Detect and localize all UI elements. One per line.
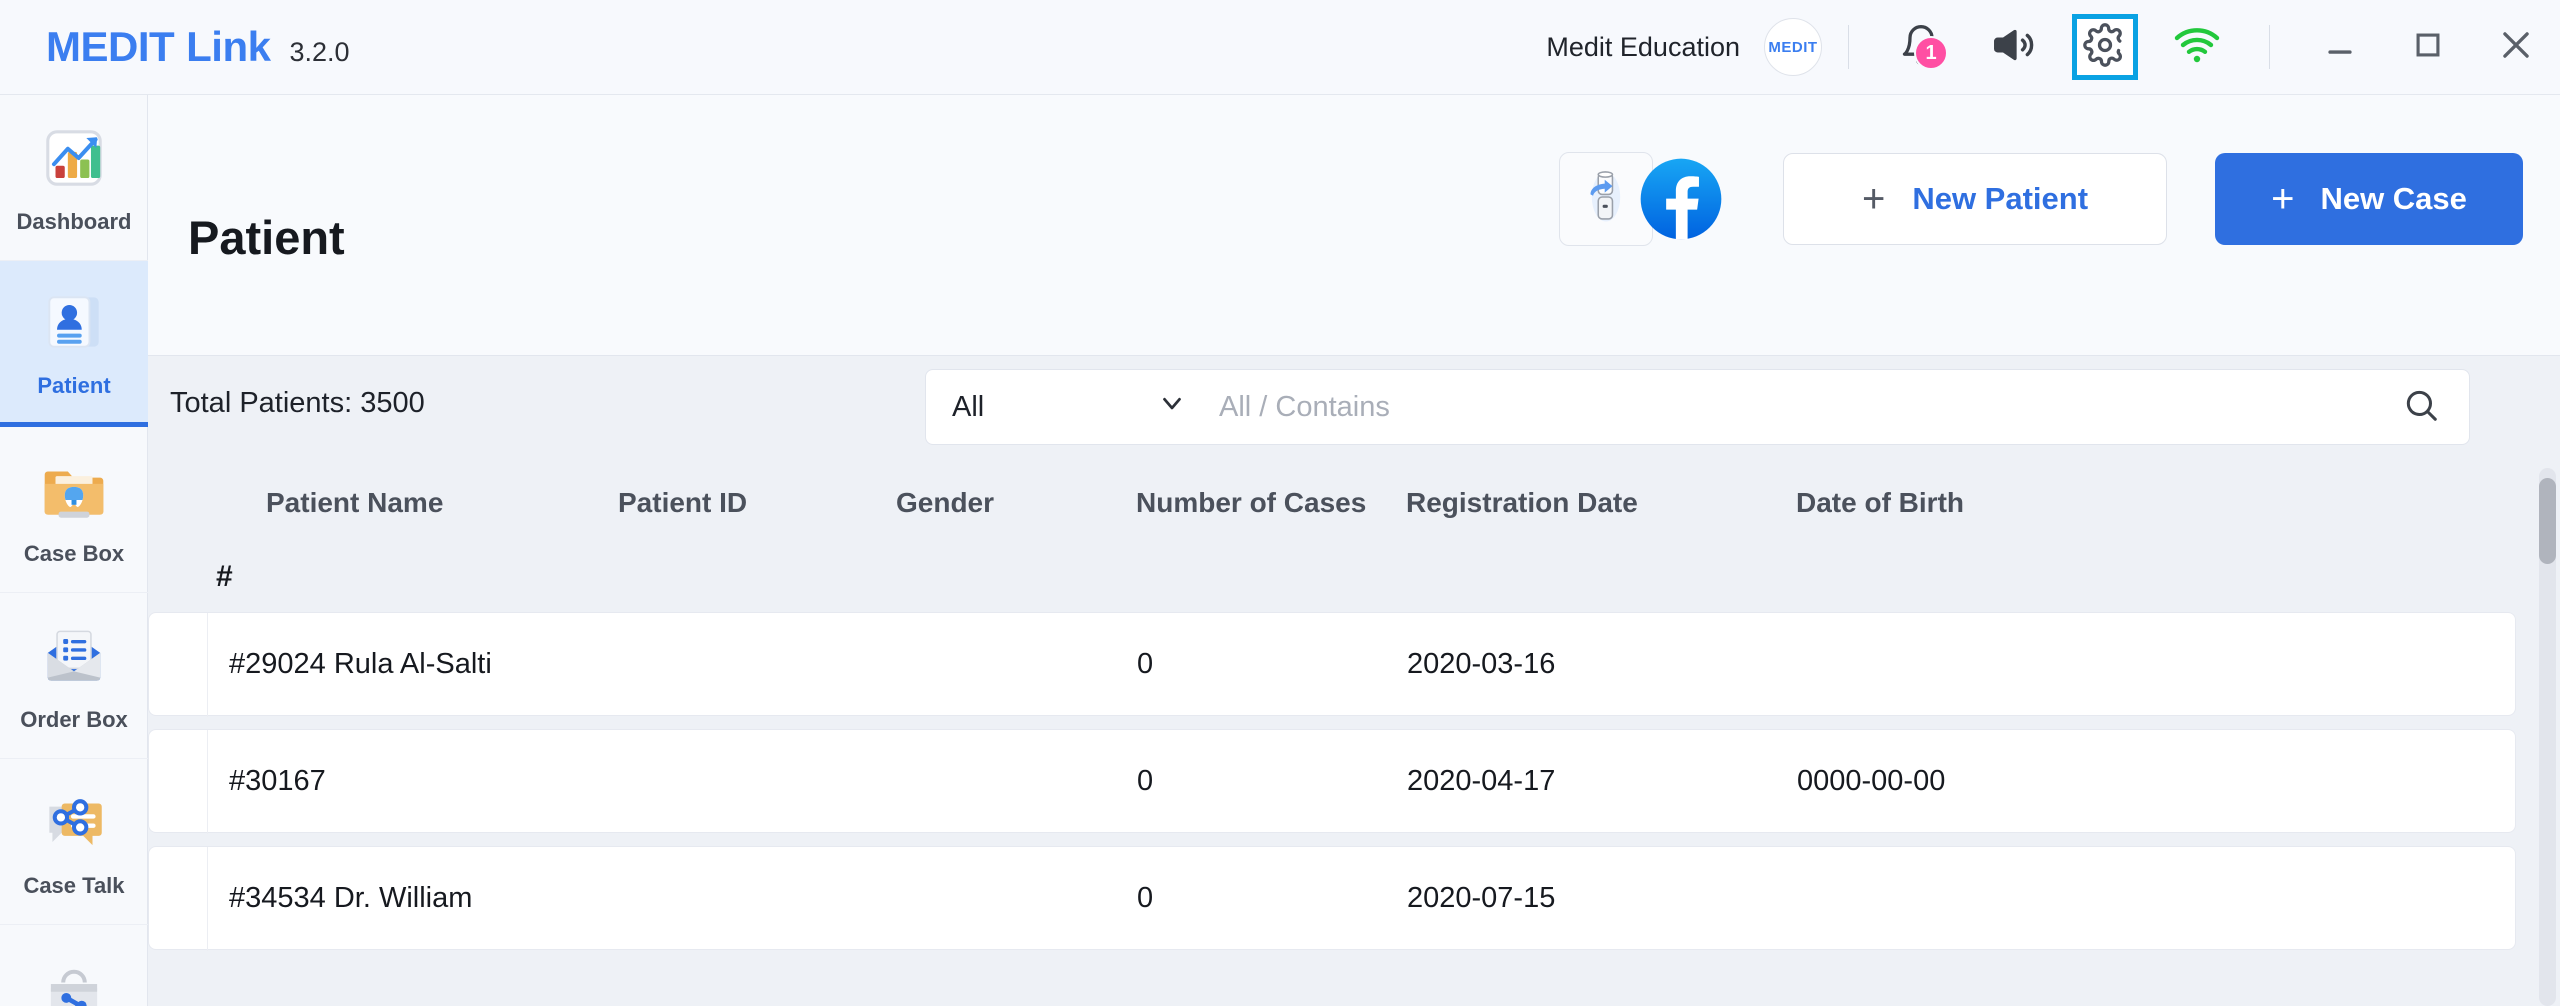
scrollbar-thumb[interactable] <box>2539 478 2556 564</box>
close-icon <box>2497 26 2535 69</box>
group-label: # <box>216 560 233 593</box>
patient-table-area: Total Patients: 3500 All Patient Name <box>148 356 2560 1006</box>
table-group-row: # <box>148 542 2538 612</box>
sidebar-item-patient[interactable]: Patient <box>0 261 148 427</box>
page-header-actions: + New Patient + New Case <box>1559 152 2523 246</box>
table-body: #29024 Rula Al-Salti 0 2020-03-16 #30167… <box>148 612 2538 963</box>
minimize-icon <box>2323 28 2357 67</box>
cell-patient-name: #34534 Dr. William <box>229 881 473 914</box>
cell-registration-date: 2020-04-17 <box>1407 764 1556 797</box>
maximize-icon <box>2411 28 2445 67</box>
app-logo: MEDIT Link 3.2.0 <box>46 23 350 71</box>
cell-registration-date: 2020-03-16 <box>1407 647 1556 680</box>
column-header-registration-date[interactable]: Registration Date <box>1406 487 1796 519</box>
megaphone-icon <box>1990 22 2036 73</box>
app-box-share-icon <box>37 964 111 1006</box>
sidebar: Dashboard Patient Case Box Order Box Cas… <box>0 95 148 1006</box>
brand-link-text: Link <box>186 23 271 70</box>
window-close-button[interactable] <box>2472 0 2560 95</box>
title-bar: MEDIT Link 3.2.0 Medit Education MEDIT 1 <box>0 0 2560 95</box>
brand-medit-text: MEDIT <box>46 23 175 70</box>
titlebar-divider-1 <box>1848 25 1849 69</box>
dashboard-chart-icon <box>37 121 111 195</box>
column-header-number-of-cases[interactable]: Number of Cases <box>1136 487 1406 519</box>
row-divider <box>207 613 208 717</box>
table-row[interactable]: #30167 0 2020-04-17 0000-00-00 <box>148 729 2516 834</box>
notification-bell-button[interactable]: 1 <box>1888 14 1954 80</box>
cell-patient-name: #29024 Rula Al-Salti <box>229 647 492 680</box>
new-case-button[interactable]: + New Case <box>2215 153 2523 245</box>
cell-registration-date: 2020-07-15 <box>1407 881 1556 914</box>
sidebar-item-app-box[interactable] <box>0 925 148 1006</box>
sidebar-item-order-box[interactable]: Order Box <box>0 593 148 759</box>
search-filter-value: All <box>952 390 985 423</box>
search-filter-select[interactable]: All <box>926 370 1211 444</box>
column-header-gender[interactable]: Gender <box>896 487 1136 519</box>
new-patient-label: New Patient <box>1912 181 2089 216</box>
sidebar-item-label: Dashboard <box>16 208 132 234</box>
new-patient-button[interactable]: + New Patient <box>1783 153 2167 245</box>
account-name: Medit Education <box>1546 31 1740 62</box>
plus-icon: + <box>2271 177 2295 221</box>
connection-status-button[interactable] <box>2164 14 2230 80</box>
chevron-down-icon <box>1157 388 1187 426</box>
vertical-scrollbar[interactable] <box>2539 468 2556 1006</box>
table-header-row: Patient Name Patient ID Gender Number of… <box>148 468 2538 538</box>
page-header: Patient + New Patient + New Case <box>148 95 2560 410</box>
cell-number-of-cases: 0 <box>1137 881 1154 914</box>
avatar-label: MEDIT <box>1768 38 1818 56</box>
column-header-patient-name[interactable]: Patient Name <box>148 487 618 519</box>
table-row[interactable]: #34534 Dr. William 0 2020-07-15 <box>148 846 2516 951</box>
total-patients-summary: Total Patients: 3500 <box>170 387 425 419</box>
gear-icon <box>2083 22 2127 72</box>
cell-patient-name: #30167 <box>229 764 326 797</box>
table-row[interactable]: #29024 Rula Al-Salti 0 2020-03-16 <box>148 612 2516 717</box>
notification-badge: 1 <box>1914 36 1948 70</box>
titlebar-right-group: Medit Education MEDIT 1 <box>1546 0 2560 95</box>
case-box-folder-icon <box>37 453 111 527</box>
app-version: 3.2.0 <box>289 37 350 67</box>
scanner-device-icon <box>1575 166 1637 233</box>
sidebar-item-label: Order Box <box>20 706 128 732</box>
search-button[interactable] <box>2373 370 2469 444</box>
search-icon <box>2402 386 2440 429</box>
plus-icon: + <box>1861 177 1886 221</box>
column-header-date-of-birth[interactable]: Date of Birth <box>1796 487 2156 519</box>
sidebar-item-case-box[interactable]: Case Box <box>0 427 148 593</box>
window-minimize-button[interactable] <box>2296 0 2384 95</box>
titlebar-divider-2 <box>2269 25 2270 69</box>
column-header-patient-id[interactable]: Patient ID <box>618 487 896 519</box>
case-talk-chat-icon <box>37 785 111 859</box>
patient-card-icon <box>37 285 111 359</box>
wifi-icon <box>2173 25 2221 70</box>
search-input[interactable] <box>1211 370 2373 444</box>
facebook-icon[interactable] <box>1637 155 1725 243</box>
cell-number-of-cases: 0 <box>1137 764 1154 797</box>
new-case-label: New Case <box>2320 181 2467 216</box>
cell-number-of-cases: 0 <box>1137 647 1154 680</box>
main-content: Patient + New Patient + New Case Total P… <box>148 95 2560 1006</box>
sidebar-item-dashboard[interactable]: Dashboard <box>0 95 148 261</box>
sidebar-item-case-talk[interactable]: Case Talk <box>0 759 148 925</box>
window-maximize-button[interactable] <box>2384 0 2472 95</box>
row-divider <box>207 847 208 951</box>
search-bar: All <box>925 369 2470 445</box>
cell-date-of-birth: 0000-00-00 <box>1797 764 1946 797</box>
sidebar-item-label: Case Talk <box>23 872 125 898</box>
page-title: Patient <box>188 211 345 264</box>
order-box-envelope-icon <box>37 619 111 693</box>
row-divider <box>207 730 208 834</box>
announcement-button[interactable] <box>1980 14 2046 80</box>
application-window: MEDIT Link 3.2.0 Medit Education MEDIT 1 <box>0 0 2560 1006</box>
sidebar-item-label: Case Box <box>23 540 125 566</box>
sidebar-item-label: Patient <box>37 372 111 398</box>
settings-button[interactable] <box>2072 14 2138 80</box>
avatar[interactable]: MEDIT <box>1764 18 1822 76</box>
